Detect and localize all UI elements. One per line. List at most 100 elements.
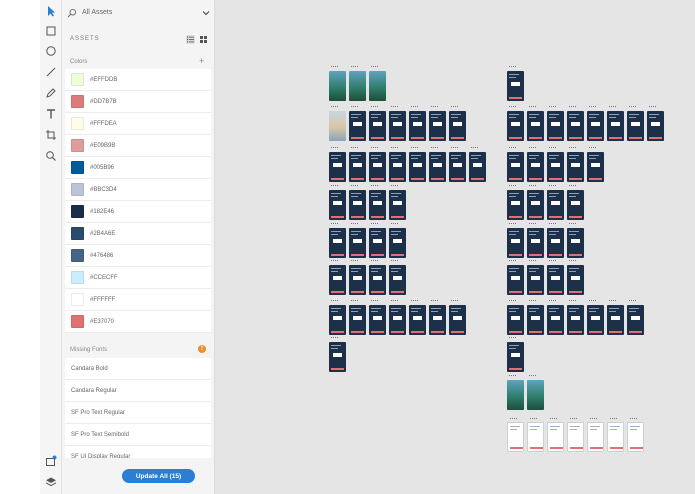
select-tool[interactable]: [43, 3, 59, 19]
artboard-thumbnail[interactable]: [567, 418, 584, 452]
artboard-thumbnail[interactable]: [567, 223, 584, 258]
artboard-thumbnail[interactable]: [329, 223, 346, 258]
design-canvas[interactable]: [215, 0, 695, 494]
artboard-thumbnail[interactable]: [329, 260, 346, 295]
color-swatch-row[interactable]: #CCECFF: [65, 267, 211, 289]
rectangle-tool[interactable]: [43, 23, 59, 39]
artboard-thumbnail[interactable]: [507, 260, 524, 295]
artboard-thumbnail[interactable]: [587, 147, 604, 182]
color-swatch-row[interactable]: #2B4A6E: [65, 223, 211, 245]
color-swatch-row[interactable]: #005B96: [65, 157, 211, 179]
ellipse-tool[interactable]: [43, 43, 59, 59]
artboard-thumbnail[interactable]: [507, 66, 524, 101]
artboard-thumbnail[interactable]: [349, 66, 366, 101]
list-view-button[interactable]: [186, 34, 195, 44]
assets-panel-toggle[interactable]: [43, 453, 59, 469]
color-swatch-row[interactable]: #EFFDDB: [65, 69, 211, 91]
artboard-thumbnail[interactable]: [429, 147, 446, 182]
artboard-tool[interactable]: [43, 127, 59, 143]
artboard-thumbnail[interactable]: [527, 106, 544, 141]
artboard-thumbnail[interactable]: [429, 106, 446, 141]
text-tool[interactable]: [43, 106, 59, 122]
artboard-thumbnail[interactable]: [349, 185, 366, 220]
artboard-thumbnail[interactable]: [507, 185, 524, 220]
artboard-thumbnail[interactable]: [627, 418, 644, 452]
artboard-thumbnail[interactable]: [587, 418, 604, 452]
artboard-thumbnail[interactable]: [449, 300, 466, 335]
artboard-thumbnail[interactable]: [369, 106, 386, 141]
color-swatch-row[interactable]: #182E46: [65, 201, 211, 223]
artboard-thumbnail[interactable]: [329, 106, 346, 141]
artboard-thumbnail[interactable]: [369, 223, 386, 258]
artboard-thumbnail[interactable]: [389, 300, 406, 335]
artboard-thumbnail[interactable]: [349, 260, 366, 295]
artboard-thumbnail[interactable]: [329, 337, 346, 372]
zoom-tool[interactable]: [43, 148, 59, 164]
artboard-thumbnail[interactable]: [469, 147, 486, 182]
artboard-thumbnail[interactable]: [409, 106, 426, 141]
missing-font-item[interactable]: Candara Regular: [65, 380, 211, 402]
color-swatch-row[interactable]: #476486: [65, 245, 211, 267]
artboard-thumbnail[interactable]: [449, 147, 466, 182]
artboard-thumbnail[interactable]: [547, 300, 564, 335]
artboard-thumbnail[interactable]: [389, 147, 406, 182]
artboard-thumbnail[interactable]: [389, 223, 406, 258]
artboard-thumbnail[interactable]: [607, 418, 624, 452]
artboard-thumbnail[interactable]: [409, 300, 426, 335]
artboard-thumbnail[interactable]: [349, 106, 366, 141]
artboard-thumbnail[interactable]: [547, 418, 564, 452]
layers-panel-toggle[interactable]: [43, 474, 59, 490]
artboard-thumbnail[interactable]: [369, 185, 386, 220]
artboard-thumbnail[interactable]: [329, 147, 346, 182]
artboard-thumbnail[interactable]: [409, 147, 426, 182]
color-swatch-row[interactable]: #E09B9B: [65, 135, 211, 157]
artboard-thumbnail[interactable]: [527, 147, 544, 182]
artboard-thumbnail[interactable]: [587, 106, 604, 141]
add-color-button[interactable]: +: [199, 57, 204, 66]
artboard-thumbnail[interactable]: [587, 300, 604, 335]
artboard-thumbnail[interactable]: [449, 106, 466, 141]
artboard-thumbnail[interactable]: [507, 300, 524, 335]
artboard-thumbnail[interactable]: [329, 300, 346, 335]
artboard-thumbnail[interactable]: [547, 106, 564, 141]
artboard-thumbnail[interactable]: [567, 147, 584, 182]
artboard-thumbnail[interactable]: [507, 106, 524, 141]
artboard-thumbnail[interactable]: [607, 300, 624, 335]
update-all-button[interactable]: Update All (15): [122, 469, 195, 483]
artboard-thumbnail[interactable]: [389, 185, 406, 220]
artboard-thumbnail[interactable]: [527, 418, 544, 452]
artboard-thumbnail[interactable]: [527, 375, 544, 410]
artboard-thumbnail[interactable]: [507, 147, 524, 182]
artboard-thumbnail[interactable]: [627, 106, 644, 141]
missing-font-item[interactable]: Candara Bold: [65, 358, 211, 380]
color-swatch-row[interactable]: #DD7B7B: [65, 91, 211, 113]
artboard-thumbnail[interactable]: [627, 300, 644, 335]
artboard-thumbnail[interactable]: [329, 185, 346, 220]
artboard-thumbnail[interactable]: [567, 185, 584, 220]
artboard-thumbnail[interactable]: [349, 300, 366, 335]
missing-font-item[interactable]: SF Pro Text Semibold: [65, 424, 211, 446]
artboard-thumbnail[interactable]: [547, 260, 564, 295]
missing-font-item[interactable]: SF Pro Text Regular: [65, 402, 211, 424]
artboard-thumbnail[interactable]: [507, 223, 524, 258]
artboard-thumbnail[interactable]: [527, 300, 544, 335]
color-swatch-row[interactable]: #BBC3D4: [65, 179, 211, 201]
artboard-thumbnail[interactable]: [607, 106, 624, 141]
artboard-thumbnail[interactable]: [567, 300, 584, 335]
color-swatch-row[interactable]: #FFFFFF: [65, 289, 211, 311]
artboard-thumbnail[interactable]: [369, 147, 386, 182]
artboard-thumbnail[interactable]: [369, 300, 386, 335]
artboard-thumbnail[interactable]: [547, 185, 564, 220]
line-tool[interactable]: [43, 64, 59, 80]
asset-filter-dropdown[interactable]: All Assets: [67, 4, 210, 21]
artboard-thumbnail[interactable]: [567, 260, 584, 295]
artboard-thumbnail[interactable]: [507, 337, 524, 372]
artboard-thumbnail[interactable]: [507, 418, 524, 452]
artboard-thumbnail[interactable]: [507, 375, 524, 410]
artboard-thumbnail[interactable]: [647, 106, 664, 141]
grid-view-button[interactable]: [199, 35, 208, 44]
artboard-thumbnail[interactable]: [527, 185, 544, 220]
artboard-thumbnail[interactable]: [389, 260, 406, 295]
artboard-thumbnail[interactable]: [567, 106, 584, 141]
artboard-thumbnail[interactable]: [527, 223, 544, 258]
